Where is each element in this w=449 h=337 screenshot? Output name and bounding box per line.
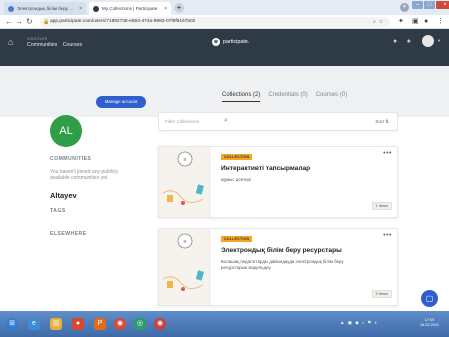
close-window-icon[interactable]: × bbox=[436, 1, 449, 9]
more-options-icon[interactable]: ••• bbox=[383, 150, 392, 157]
chat-bubble-icon: ▢ bbox=[425, 294, 434, 303]
search-icon[interactable]: ⌕ bbox=[224, 117, 228, 125]
profile-tabs: Collections (2) Credentials (0) Courses … bbox=[222, 92, 347, 102]
taskbar-clock[interactable]: 17:09 16.02.2021 bbox=[420, 318, 439, 328]
maximize-icon[interactable]: □ bbox=[424, 1, 435, 9]
communities-heading: COMMUNITIES bbox=[50, 156, 92, 162]
collection-badge: COLLECTION bbox=[221, 154, 253, 160]
address-bar: ← → ↻ 🔒 app.participate.com/users/718827… bbox=[0, 15, 449, 29]
chat-icon[interactable]: ● bbox=[393, 38, 397, 45]
brand-logo[interactable]: ⊕ participate. bbox=[212, 38, 249, 46]
tab-close-icon[interactable]: × bbox=[79, 6, 82, 12]
profile-name: Altayev bbox=[50, 191, 77, 200]
user-avatar[interactable] bbox=[422, 35, 434, 47]
more-options-icon[interactable]: ••• bbox=[383, 232, 392, 239]
collection-illustration-icon: ≡ bbox=[162, 151, 204, 205]
sidebar-toggle-icon[interactable]: ▣ bbox=[412, 17, 419, 27]
item-count-badge: 1 Items bbox=[371, 202, 392, 210]
new-tab-button[interactable]: + bbox=[174, 3, 184, 13]
svg-text:≡: ≡ bbox=[184, 157, 187, 163]
help-chat-button[interactable]: ▢ bbox=[421, 290, 438, 307]
filter-collections-input[interactable]: Filter Collections bbox=[165, 119, 199, 124]
browser-tab-2[interactable]: My Collections | Participate × bbox=[89, 2, 171, 15]
collection-badge: COLLECTION bbox=[221, 236, 253, 242]
collection-description: жұмыс дәптері bbox=[221, 177, 251, 182]
tab-close-icon[interactable]: × bbox=[164, 6, 167, 12]
communities-empty-text: You haven't joined any publicly availabl… bbox=[50, 169, 119, 182]
tab-title: My Collections | Participate bbox=[102, 6, 158, 11]
clock-date: 16.02.2021 bbox=[420, 323, 440, 327]
nav-courses[interactable]: Courses bbox=[63, 42, 82, 48]
tab-collections[interactable]: Collections (2) bbox=[222, 92, 261, 102]
svg-text:≡: ≡ bbox=[184, 239, 187, 245]
app-header: ⌂ DISCOVER Communities Courses ⊕ partici… bbox=[0, 29, 449, 66]
brand-name: participate. bbox=[223, 39, 250, 45]
powerpoint-icon[interactable]: P bbox=[94, 318, 106, 330]
participate-logo-icon: ⊕ bbox=[212, 38, 220, 46]
collection-thumbnail: ≡ bbox=[159, 229, 211, 305]
tab-title: Электрондық білім беру ресурс bbox=[17, 6, 76, 11]
ie-icon[interactable]: e bbox=[28, 318, 40, 330]
notifications-bell-icon[interactable]: ♠ bbox=[407, 38, 411, 45]
tab-courses[interactable]: Courses (0) bbox=[316, 92, 347, 102]
collection-title[interactable]: Интерактивті тапсырмалар bbox=[221, 165, 310, 172]
tags-heading: TAGS bbox=[50, 208, 66, 214]
collection-thumbnail: ≡ bbox=[159, 147, 211, 217]
system-tray-icons[interactable]: ▲ ▣ ◆ ♪ ⚑ ◐ bbox=[340, 320, 378, 326]
media-icon[interactable]: ● bbox=[72, 318, 84, 330]
url-actions-icons[interactable]: ⌕☆ bbox=[373, 17, 386, 27]
collection-card[interactable]: ≡ COLLECTION Интерактивті тапсырмалар жұ… bbox=[158, 146, 398, 218]
window-controls: – □ × bbox=[412, 1, 449, 9]
main-nav: Communities Courses bbox=[27, 42, 82, 48]
collection-illustration-icon: ≡ bbox=[162, 233, 204, 291]
url-field[interactable]: 🔒 app.participate.com/users/71882735-e69… bbox=[40, 17, 390, 27]
elsewhere-heading: ELSEWHERE bbox=[50, 231, 87, 237]
forward-icon[interactable]: → bbox=[15, 17, 23, 27]
manage-account-button[interactable]: Manage account bbox=[96, 96, 146, 108]
back-icon[interactable]: ← bbox=[5, 17, 13, 27]
filter-bar: Filter Collections ⌕ Sort ⇅ bbox=[158, 112, 398, 131]
browser-menu-icon[interactable]: ⋮ bbox=[437, 17, 444, 27]
nav-discover-label: DISCOVER bbox=[27, 37, 48, 41]
home-icon[interactable]: ⌂ bbox=[8, 37, 13, 47]
item-count-badge: 3 Items bbox=[371, 290, 392, 298]
browser-tab-1[interactable]: Электрондық білім беру ресурс × bbox=[4, 2, 86, 15]
nav-communities[interactable]: Communities bbox=[27, 42, 57, 48]
profile-avatar: AL bbox=[50, 115, 82, 147]
extensions-icon[interactable]: ✦ bbox=[398, 17, 404, 27]
url-text: app.participate.com/users/71882735-e694-… bbox=[50, 19, 196, 24]
lock-icon: 🔒 bbox=[43, 19, 50, 25]
tab-favicon-icon bbox=[8, 5, 14, 12]
app-icon[interactable]: ◎ bbox=[134, 318, 146, 330]
minimize-icon[interactable]: – bbox=[412, 1, 423, 9]
tab-favicon-icon bbox=[93, 5, 99, 12]
browser-icon[interactable]: ◉ bbox=[154, 318, 166, 330]
chrome-icon[interactable]: ◉ bbox=[114, 318, 126, 330]
tab-search-icon[interactable]: ▾ bbox=[400, 3, 409, 12]
collection-title[interactable]: Электрондық білім беру ресурстары bbox=[221, 247, 342, 254]
tab-credentials[interactable]: Credentials (0) bbox=[268, 92, 307, 102]
sort-icon: ⇅ bbox=[385, 119, 389, 124]
windows-taskbar: ⊞ e ▤ ● P ◉ ◎ ◉ ▲ ▣ ◆ ♪ ⚑ ◐ 17:09 16.02.… bbox=[0, 311, 449, 337]
browser-tab-strip: Электрондық білім беру ресурс × My Colle… bbox=[0, 0, 449, 15]
sort-label: Sort bbox=[375, 119, 384, 124]
collection-description: Болашақ педагогтарды дайындауда электрон… bbox=[221, 259, 344, 270]
chevron-down-icon[interactable]: ▼ bbox=[437, 38, 441, 43]
profile-icon[interactable]: ● bbox=[424, 17, 428, 27]
start-button-icon[interactable]: ⊞ bbox=[6, 318, 18, 330]
sort-button[interactable]: Sort ⇅ bbox=[375, 119, 389, 125]
folder-icon[interactable]: ▤ bbox=[50, 318, 62, 330]
collection-card[interactable]: ≡ COLLECTION Электрондық білім беру ресу… bbox=[158, 228, 398, 306]
reload-icon[interactable]: ↻ bbox=[26, 17, 33, 27]
